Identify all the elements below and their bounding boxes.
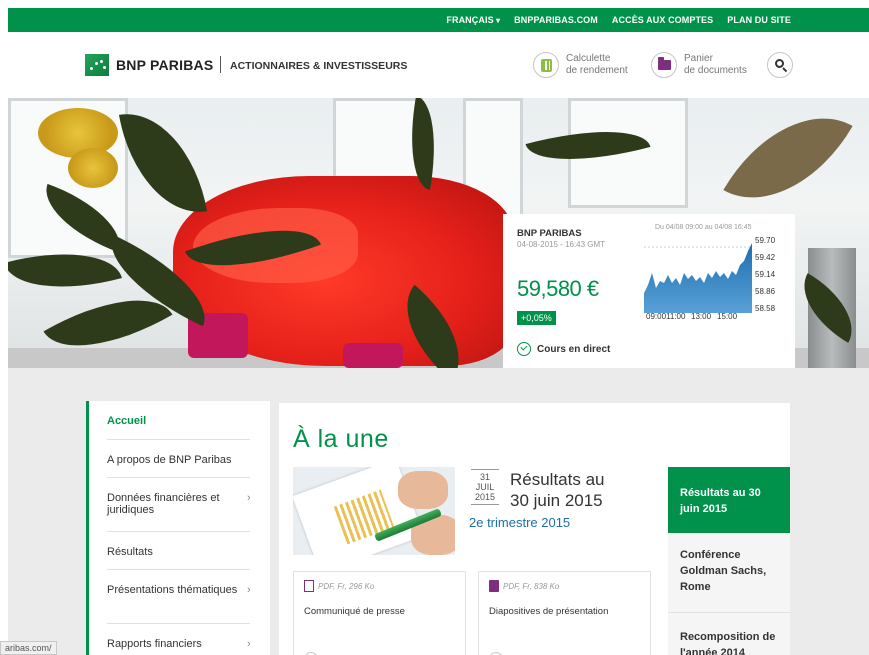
article-date: 31 JUIL 2015	[471, 469, 499, 505]
presentation-icon	[489, 580, 499, 592]
document-title: Diapositives de présentation	[489, 606, 609, 617]
sidebar-item-presentations[interactable]: Présentations thématiques	[107, 584, 250, 596]
basket-label-1: Panier	[684, 53, 713, 64]
language-selector[interactable]: FRANÇAIS	[446, 15, 500, 25]
check-circle-icon	[517, 342, 531, 356]
document-title: Communiqué de presse	[304, 606, 405, 617]
article-title-line-2: 30 juin 2015	[510, 491, 603, 510]
folder-icon	[657, 57, 671, 70]
top-utility-bar: FRANÇAIS BNPPARIBAS.COM ACCÈS AUX COMPTE…	[8, 8, 869, 32]
intraday-chart[interactable]	[644, 233, 752, 313]
news-panel: À la une 31 JUIL 2015 Résultats au 30 ju…	[279, 403, 790, 655]
accounts-access-link[interactable]: ACCÈS AUX COMPTES	[612, 15, 713, 25]
live-quote-label: Cours en direct	[537, 343, 611, 355]
article-day: 31	[479, 472, 490, 482]
bnpparibas-link[interactable]: BNPPARIBAS.COM	[514, 15, 598, 25]
calculator-icon	[540, 58, 552, 72]
stock-datetime: 04-08-2015 - 16:43 GMT	[517, 240, 606, 249]
sidebar-item-accueil[interactable]: Accueil	[107, 415, 250, 427]
article-title[interactable]: Résultats au 30 juin 2015	[510, 469, 605, 511]
y-tick: 58.86	[755, 287, 776, 296]
sidebar-item-resultats[interactable]: Résultats	[107, 546, 250, 558]
browser-status-url: aribas.com/	[0, 641, 57, 655]
x-tick: 15:00	[717, 312, 738, 321]
search-button[interactable]	[767, 52, 793, 78]
x-tick: 09:00	[646, 312, 667, 321]
site-header: BNP PARIBAS ACTIONNAIRES & INVESTISSEURS…	[8, 32, 869, 98]
article-thumbnail[interactable]	[293, 467, 455, 555]
y-tick: 59.70	[755, 236, 776, 245]
chart-range-label: Du 04/08 09:00 au 04/08 16:45	[655, 224, 752, 231]
document-meta: PDF, Fr, 296 Ko	[318, 582, 375, 591]
y-tick: 59.42	[755, 253, 776, 262]
sidebar-item-a-propos[interactable]: A propos de BNP Paribas	[107, 454, 250, 466]
tab-resultats[interactable]: Résultats au 30 juin 2015	[668, 467, 790, 533]
live-quote-link[interactable]: Cours en direct	[517, 342, 610, 356]
y-tick: 59.14	[755, 270, 776, 279]
y-tick: 58.58	[755, 304, 776, 313]
yield-calculator-button[interactable]: Calculette de rendement	[533, 52, 628, 78]
stock-name: BNP PARIBAS	[517, 228, 582, 239]
x-tick: 13:00	[691, 312, 712, 321]
page-title: À la une	[293, 425, 389, 453]
stock-quote-widget: BNP PARIBAS 04-08-2015 - 16:43 GMT 59,58…	[503, 214, 795, 368]
chevron-right-icon: ›	[247, 584, 251, 596]
document-meta: PDF, Fr, 838 Ko	[503, 582, 560, 591]
article-subtitle[interactable]: 2e trimestre 2015	[469, 515, 570, 530]
news-tabs: Résultats au 30 juin 2015 Conférence Gol…	[668, 467, 790, 655]
sitemap-link[interactable]: PLAN DU SITE	[727, 15, 791, 25]
section-name[interactable]: ACTIONNAIRES & INVESTISSEURS	[230, 60, 407, 72]
calculator-label-2: de rendement	[566, 65, 628, 76]
document-icon	[304, 580, 314, 592]
article-title-line-1: Résultats au	[510, 470, 605, 489]
stock-price: 59,580 €	[517, 276, 599, 301]
brand-divider	[220, 56, 221, 73]
stock-change-badge: +0,05%	[517, 311, 556, 325]
article-month: JUIL	[475, 482, 495, 492]
article-year: 2015	[474, 492, 496, 502]
chevron-right-icon: ›	[247, 638, 251, 650]
brand-name[interactable]: BNP PARIBAS	[116, 57, 213, 73]
basket-label-2: de documents	[684, 65, 747, 76]
tab-recomposition[interactable]: Recomposition de l'année 2014	[668, 629, 790, 655]
document-card[interactable]: PDF, Fr, 296 Ko Communiqué de presse	[293, 571, 466, 655]
sidebar-item-rapports[interactable]: Rapports financiers	[107, 638, 250, 650]
sidebar-item-donnees[interactable]: Données financières et juridiques	[107, 492, 250, 516]
document-basket-button[interactable]: Panier de documents	[651, 52, 747, 78]
document-card[interactable]: PDF, Fr, 838 Ko Diapositives de présenta…	[478, 571, 651, 655]
sidebar-nav: Accueil A propos de BNP Paribas Données …	[86, 401, 270, 655]
chevron-right-icon: ›	[247, 492, 251, 504]
x-tick: 11:00	[666, 312, 686, 321]
tab-conference[interactable]: Conférence Goldman Sachs, Rome	[668, 547, 790, 595]
bnp-logo-icon[interactable]	[85, 54, 109, 76]
calculator-label-1: Calculette	[566, 53, 611, 64]
